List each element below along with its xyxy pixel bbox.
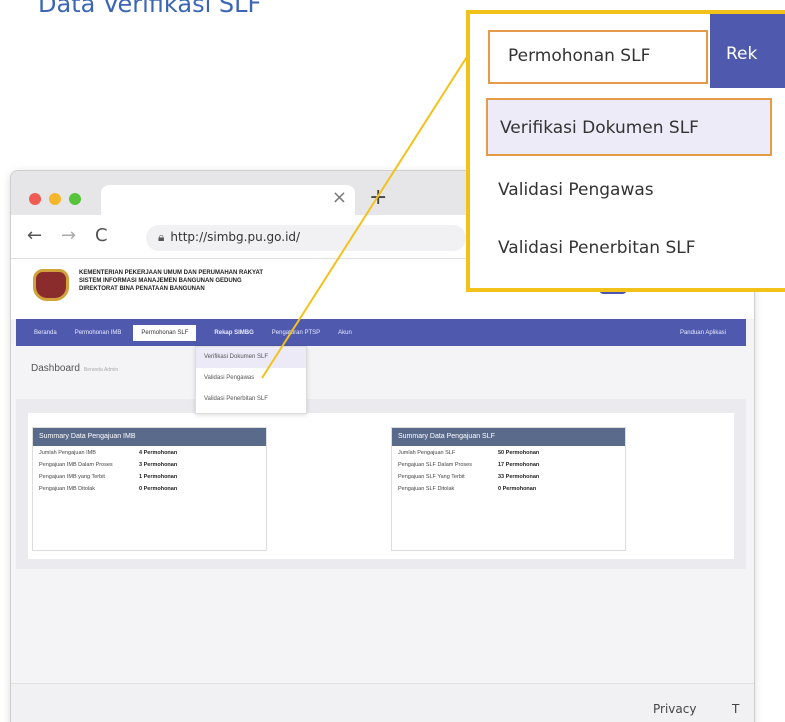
zoom-navbar: Permohonan SLF Rek <box>470 14 785 88</box>
zoom-tab-rekap[interactable]: Rek <box>710 14 785 88</box>
org-name: KEMENTERIAN PEKERJAAN UMUM DAN PERUMAHAN… <box>79 269 263 293</box>
nav-akun[interactable]: Akun <box>338 330 352 336</box>
table-row: Pengajuan SLF Dalam Proses 17 Permohonan <box>392 458 625 470</box>
page: Data Verifikasi SLF × + ← → C 🔒︎ http://s… <box>0 0 785 722</box>
page-title: Dashboard Beranda Admin <box>31 363 118 374</box>
url-text: http://simbg.pu.go.id/ <box>170 230 301 244</box>
minimize-window-dot[interactable] <box>49 193 61 205</box>
privacy-link[interactable]: Privacy <box>653 702 696 716</box>
row-label: Jumlah Pengajuan SLF <box>398 450 456 456</box>
content-panel: Summary Data Pengajuan IMB Jumlah Pengaj… <box>28 413 734 559</box>
new-tab-icon[interactable]: + <box>369 185 387 210</box>
slf-card-title: Summary Data Pengajuan SLF <box>392 428 625 446</box>
slf-submenu: Verifikasi Dokumen SLF Validasi Pengawas… <box>195 346 307 414</box>
terms-link[interactable]: T <box>732 702 739 716</box>
forward-icon[interactable]: → <box>61 225 76 246</box>
maximize-window-dot[interactable] <box>69 193 81 205</box>
table-row: Pengajuan IMB yang Terbit 1 Permohonan <box>33 470 266 482</box>
row-value: 0 Permohonan <box>139 486 178 492</box>
row-label: Pengajuan SLF Dalam Proses <box>398 462 472 468</box>
zoom-callout: Permohonan SLF Rek Verifikasi Dokumen SL… <box>466 10 785 292</box>
row-value: 17 Permohonan <box>498 462 540 468</box>
zoom-item-validasi-penerbitan[interactable]: Validasi Penerbitan SLF <box>486 220 785 278</box>
slf-summary-card: Summary Data Pengajuan SLF Jumlah Pengaj… <box>391 427 626 551</box>
page-heading: Data Verifikasi SLF <box>38 0 262 18</box>
url-field[interactable]: 🔒︎ http://simbg.pu.go.id/ <box>146 225 466 251</box>
row-value: 50 Permohonan <box>498 450 540 456</box>
browser-footer: Privacy T <box>11 683 754 722</box>
table-row: Pengajuan IMB Dalam Proses 3 Permohonan <box>33 458 266 470</box>
org-line: KEMENTERIAN PEKERJAAN UMUM DAN PERUMAHAN… <box>79 270 264 276</box>
org-line: SISTEM INFORMASI MANAJEMEN BANGUNAN GEDU… <box>79 278 242 284</box>
row-value: 3 Permohonan <box>139 462 178 468</box>
submenu-verifikasi-dokumen[interactable]: Verifikasi Dokumen SLF <box>196 347 306 368</box>
submenu-validasi-pengawas[interactable]: Validasi Pengawas <box>196 368 306 389</box>
close-window-dot[interactable] <box>29 193 41 205</box>
nav-pengaturan-ptsp[interactable]: Pengaturan PTSP <box>272 330 320 336</box>
row-label: Pengajuan IMB yang Terbit <box>39 474 105 480</box>
back-icon[interactable]: ← <box>27 225 42 246</box>
nav-permohonan-slf[interactable]: Permohonan SLF <box>133 324 197 341</box>
reload-icon[interactable]: C <box>95 225 108 246</box>
imb-card-title: Summary Data Pengajuan IMB <box>33 428 266 446</box>
row-value: 33 Permohonan <box>498 474 540 480</box>
table-row: Jumlah Pengajuan SLF 50 Permohonan <box>392 446 625 458</box>
row-label: Pengajuan IMB Ditolak <box>39 486 95 492</box>
table-row: Pengajuan SLF Ditolak 0 Permohonan <box>392 482 625 494</box>
row-label: Jumlah Pengajuan IMB <box>39 450 96 456</box>
row-value: 1 Permohonan <box>139 474 178 480</box>
dashboard-subtitle: Beranda Admin <box>83 367 119 373</box>
zoom-item-validasi-pengawas[interactable]: Validasi Pengawas <box>486 162 785 220</box>
org-line: DIREKTORAT BINA PENATAAN BANGUNAN <box>79 286 205 292</box>
table-row: Pengajuan IMB Ditolak 0 Permohonan <box>33 482 266 494</box>
nav-panduan-aplikasi[interactable]: Panduan Aplikasi <box>680 330 726 336</box>
table-row: Jumlah Pengajuan IMB 4 Permohonan <box>33 446 266 458</box>
close-tab-icon[interactable]: × <box>332 187 347 208</box>
imb-summary-card: Summary Data Pengajuan IMB Jumlah Pengaj… <box>32 427 267 551</box>
browser-tab[interactable]: × <box>101 185 355 215</box>
table-row: Pengajuan SLF Yang Terbit 33 Permohonan <box>392 470 625 482</box>
nav-rekap-simbg[interactable]: Rekap SIMBG <box>214 330 253 336</box>
nav-permohonan-imb[interactable]: Permohonan IMB <box>75 330 122 336</box>
row-value: 0 Permohonan <box>498 486 537 492</box>
site-navbar: Beranda Permohonan IMB Permohonan SLF Re… <box>16 319 746 346</box>
row-label: Pengajuan IMB Dalam Proses <box>39 462 113 468</box>
zoom-item-verifikasi-dokumen[interactable]: Verifikasi Dokumen SLF <box>486 98 772 156</box>
zoom-tab-permohonan-slf[interactable]: Permohonan SLF <box>488 30 708 84</box>
nav-beranda[interactable]: Beranda <box>34 330 57 336</box>
ministry-logo-icon <box>33 269 69 301</box>
row-label: Pengajuan SLF Ditolak <box>398 486 455 492</box>
lock-icon: 🔒︎ <box>158 230 165 244</box>
content-area: Summary Data Pengajuan IMB Jumlah Pengaj… <box>16 399 746 569</box>
dashboard-title: Dashboard <box>31 363 80 374</box>
row-value: 4 Permohonan <box>139 450 178 456</box>
submenu-validasi-penerbitan[interactable]: Validasi Penerbitan SLF <box>196 389 306 410</box>
row-label: Pengajuan SLF Yang Terbit <box>398 474 465 480</box>
